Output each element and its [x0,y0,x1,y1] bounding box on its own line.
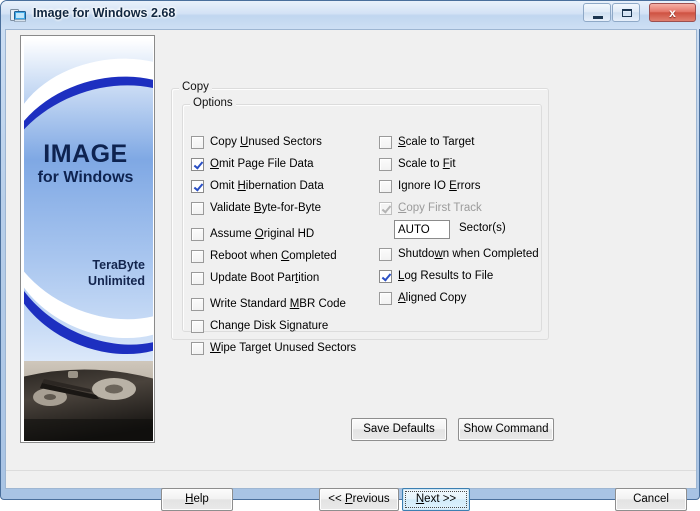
option-checkbox-row[interactable]: Write Standard MBR Code [191,297,346,312]
copy-group: Copy Options Copy Unused Sectors Omit Pag… [171,81,549,355]
hard-drive-photo [24,349,153,441]
checkbox-scale-to-fit[interactable] [379,158,392,171]
title-bar[interactable]: Image for Windows 2.68 x [1,1,700,29]
checkbox-wipe-target-unused-sectors[interactable] [191,342,204,355]
sector-count-input[interactable] [394,220,450,239]
option-checkbox-row[interactable]: Copy Unused Sectors [191,135,322,150]
checkbox-copy-unused-sectors[interactable] [191,136,204,149]
application-window: Image for Windows 2.68 x IMAGE for Windo… [0,0,700,511]
checkbox-log-results-to-file[interactable] [379,270,392,283]
checkbox-label: Copy Unused Sectors [210,136,322,148]
checkbox-label: Scale to Fit [398,158,456,170]
option-checkbox-row[interactable]: Scale to Target [379,135,475,150]
app-disk-icon [10,7,27,24]
option-checkbox-row[interactable]: Omit Hibernation Data [191,179,324,194]
checkbox-shutdown-when-completed[interactable] [379,248,392,261]
bottom-divider [6,470,696,471]
copy-group-label: Copy [179,81,212,93]
checkbox-label: Change Disk Signature [210,320,329,332]
checkbox-label: Update Boot Partition [210,272,320,284]
checkbox-label: Assume Original HD [210,228,315,240]
checkbox-ignore-io-errors[interactable] [379,180,392,193]
options-group-label: Options [190,97,236,109]
option-checkbox-row[interactable]: Ignore IO Errors [379,179,480,194]
checkbox-scale-to-target[interactable] [379,136,392,149]
option-checkbox-row[interactable]: Assume Original HD [191,227,314,242]
checkbox-assume-original-hd[interactable] [191,228,204,241]
dialog-client-area: IMAGE for Windows TeraByte Unlimited Cop… [5,29,697,511]
checkbox-reboot-when-completed[interactable] [191,250,204,263]
checkbox-label: Write Standard MBR Code [210,298,346,310]
option-checkbox-row[interactable]: Change Disk Signature [191,319,328,334]
checkbox-omit-page-file-data[interactable] [191,158,204,171]
option-checkbox-row[interactable]: Update Boot Partition [191,271,319,286]
window-title: Image for Windows 2.68 [33,6,176,20]
save-defaults-button[interactable]: Save Defaults [351,418,447,441]
option-checkbox-row[interactable]: Validate Byte-for-Byte [191,201,321,216]
checkbox-label: Omit Page File Data [210,158,314,170]
option-checkbox-row[interactable]: Aligned Copy [379,291,466,306]
banner-company: TeraByte Unlimited [88,257,145,289]
checkbox-aligned-copy[interactable] [379,292,392,305]
option-checkbox-row[interactable]: Wipe Target Unused Sectors [191,341,356,356]
checkbox-validate-byte-for-byte[interactable] [191,202,204,215]
banner-title: IMAGE [43,140,128,168]
checkbox-label: Omit Hibernation Data [210,180,324,192]
close-icon: x [669,5,676,20]
checkbox-label: Reboot when Completed [210,250,337,262]
option-checkbox-row[interactable]: Scale to Fit [379,157,456,172]
option-checkbox-row[interactable]: Log Results to File [379,269,493,284]
sector-count-label: Sector(s) [459,222,506,234]
close-button[interactable]: x [649,3,696,22]
checkbox-label: Validate Byte-for-Byte [210,202,322,214]
checkbox-write-standard-mbr-code[interactable] [191,298,204,311]
checkbox-label: Copy First Track [398,202,482,214]
help-button-label: Help [185,493,209,505]
checkbox-update-boot-partition[interactable] [191,272,204,285]
previous-button-label: << Previous [328,493,390,505]
checkbox-omit-hibernation-data[interactable] [191,180,204,193]
checkbox-label: Shutdown when Completed [398,248,539,260]
minimize-icon [593,16,603,19]
maximize-button[interactable] [612,3,640,22]
options-group: Options Copy Unused Sectors Omit Page Fil… [182,97,542,355]
banner-subtitle: for Windows [37,169,134,186]
option-checkbox-row[interactable]: Copy First Track [379,201,482,216]
option-checkbox-row[interactable]: Reboot when Completed [191,249,337,264]
banner-company-line1: TeraByte [92,258,145,272]
option-checkbox-row[interactable]: Shutdown when Completed [379,247,539,262]
minimize-button[interactable] [583,3,611,22]
banner-artwork: IMAGE for Windows TeraByte Unlimited [24,39,153,441]
checkbox-label: Scale to Target [398,136,475,148]
banner-company-line2: Unlimited [88,274,145,288]
option-checkbox-row[interactable]: Omit Page File Data [191,157,314,172]
maximize-icon [622,9,632,17]
product-banner: IMAGE for Windows TeraByte Unlimited [20,35,155,443]
checkbox-label: Log Results to File [398,270,494,282]
checkbox-label: Wipe Target Unused Sectors [210,342,357,354]
checkbox-label: Ignore IO Errors [398,180,481,192]
checkbox-change-disk-signature[interactable] [191,320,204,333]
checkbox-label: Aligned Copy [398,292,467,304]
checkbox-copy-first-track [379,202,392,215]
show-command-button[interactable]: Show Command [458,418,554,441]
